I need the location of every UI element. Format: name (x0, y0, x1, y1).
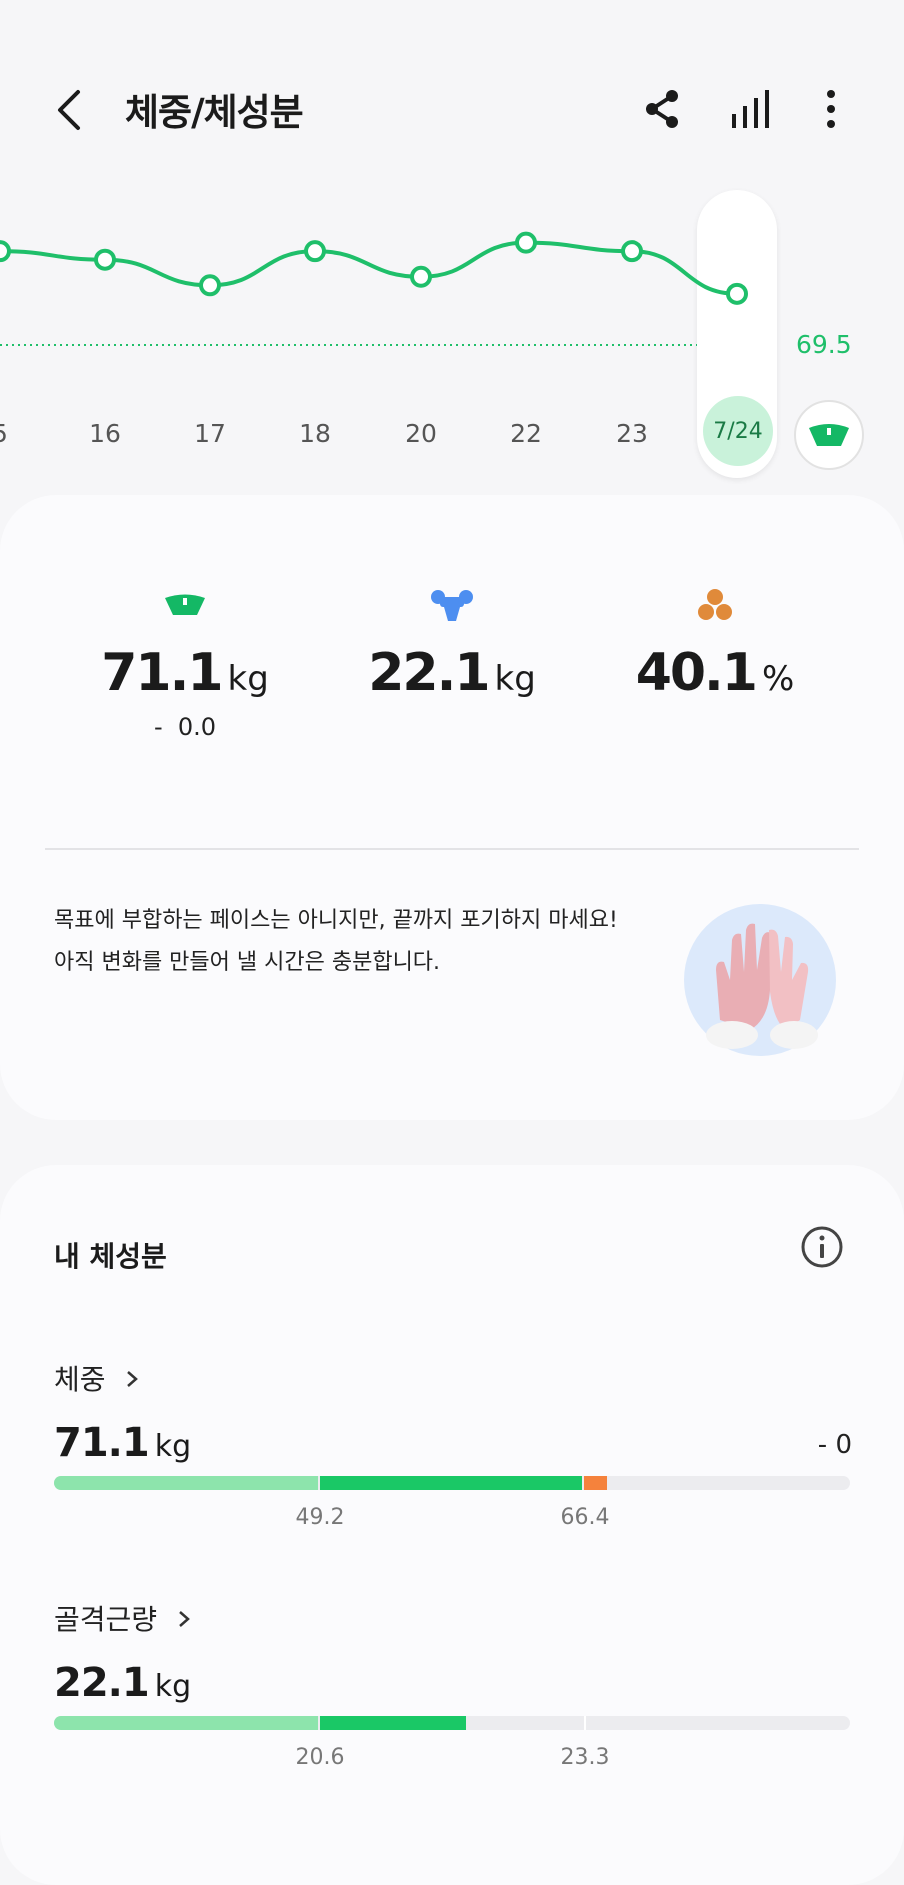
scale-button[interactable] (794, 400, 864, 470)
x-tick-label[interactable]: 23 (616, 419, 648, 448)
data-point[interactable] (304, 240, 326, 263)
data-point[interactable] (726, 282, 748, 305)
summary-card: 71.1 kg - 0.0 22.1 kg 40.1% 목표에 부합하는 페이스는 … (0, 495, 904, 1120)
bar-segment-under (54, 1716, 318, 1730)
chevron-right-icon (127, 1371, 139, 1387)
chevron-right-icon (179, 1611, 190, 1627)
chevron-left-icon (58, 90, 80, 130)
muscle-metric-value: 22.1 (54, 1660, 150, 1706)
muscle-unit: kg (494, 659, 536, 699)
weight-value: 71.1 (101, 643, 223, 703)
share-button[interactable] (638, 84, 688, 134)
selected-date-label[interactable]: 7/24 (703, 396, 773, 466)
x-tick-label[interactable]: 5 (0, 419, 8, 448)
bar-segment-under (54, 1476, 318, 1490)
body-fat-value: 40.1 (635, 643, 758, 703)
section-title: 내 체성분 (54, 1240, 167, 1273)
muscle-metric-label: 골격근량 (54, 1603, 158, 1636)
target-weight-label: 69.5 (796, 330, 852, 359)
muscle-icon (431, 590, 473, 621)
data-point[interactable] (199, 274, 221, 297)
x-tick-label[interactable]: 22 (510, 419, 542, 448)
weight-range-high: 66.4 (560, 1505, 610, 1530)
weight-metric-change: - 0 (817, 1430, 852, 1460)
more-vertical-icon (827, 90, 835, 128)
info-icon (801, 1226, 843, 1268)
signal-bars-icon (732, 90, 769, 128)
bar-segment-normal (320, 1476, 582, 1490)
weight-range-bar (54, 1476, 850, 1490)
info-button[interactable] (800, 1225, 844, 1269)
back-button[interactable] (50, 80, 90, 140)
body-fat-stat[interactable]: 40.1% (585, 585, 845, 703)
data-point[interactable] (94, 248, 116, 271)
x-tick-label[interactable]: 18 (299, 419, 331, 448)
body-fat-icon (698, 589, 732, 620)
scale-icon (809, 424, 849, 446)
stats-button[interactable] (726, 84, 776, 134)
weight-unit: kg (227, 659, 269, 699)
weight-change: - 0.0 (153, 713, 217, 741)
bar-segment-current (320, 1716, 466, 1730)
data-point[interactable] (0, 240, 11, 263)
muscle-range-bar (54, 1716, 850, 1730)
muscle-value: 22.1 (368, 643, 490, 703)
x-tick-label[interactable]: 20 (405, 419, 437, 448)
bar-segment-divider (584, 1716, 586, 1730)
x-tick-label[interactable]: 17 (194, 419, 226, 448)
weight-metric-link[interactable]: 체중 (54, 1358, 142, 1398)
more-options-button[interactable] (806, 84, 856, 134)
body-composition-card: 내 체성분 체중 71.1 kg - 0 49.2 66.4 골격근량 22.1 k… (0, 1165, 904, 1885)
divider (45, 848, 859, 850)
body-fat-unit: % (762, 659, 795, 699)
x-tick-label[interactable]: 16 (89, 419, 121, 448)
share-icon (646, 90, 678, 128)
data-point[interactable] (410, 265, 432, 288)
weight-metric-unit: kg (154, 1429, 192, 1464)
message-line-1: 목표에 부합하는 페이스는 아니지만, 끝까지 포기하지 마세요! (54, 908, 618, 933)
page-title: 체중/체성분 (125, 91, 304, 134)
scale-icon (165, 594, 205, 615)
muscle-range-high: 23.3 (560, 1745, 610, 1770)
weight-metric-value: 71.1 (54, 1420, 150, 1466)
clapping-hands-icon (684, 904, 836, 1056)
weight-stat[interactable]: 71.1 kg - 0.0 (55, 585, 315, 741)
data-point[interactable] (621, 240, 643, 263)
bar-segment-over (584, 1476, 607, 1490)
weight-range-low: 49.2 (295, 1505, 345, 1530)
muscle-metric-unit: kg (154, 1669, 192, 1704)
muscle-range-low: 20.6 (295, 1745, 345, 1770)
muscle-stat[interactable]: 22.1 kg (322, 585, 582, 703)
encouragement-message: 목표에 부합하는 페이스는 아니지만, 끝까지 포기하지 마세요! 아직 변화를… (54, 900, 654, 984)
weight-metric-label: 체중 (54, 1363, 106, 1396)
muscle-metric-link[interactable]: 골격근량 (54, 1598, 194, 1638)
weight-trend-chart[interactable]: 5 16 17 18 20 22 23 7/24 69.5 (0, 180, 904, 480)
message-line-2: 아직 변화를 만들어 낼 시간은 충분합니다. (54, 950, 441, 975)
clapping-hands-illustration (680, 900, 840, 1060)
data-point[interactable] (515, 231, 537, 254)
